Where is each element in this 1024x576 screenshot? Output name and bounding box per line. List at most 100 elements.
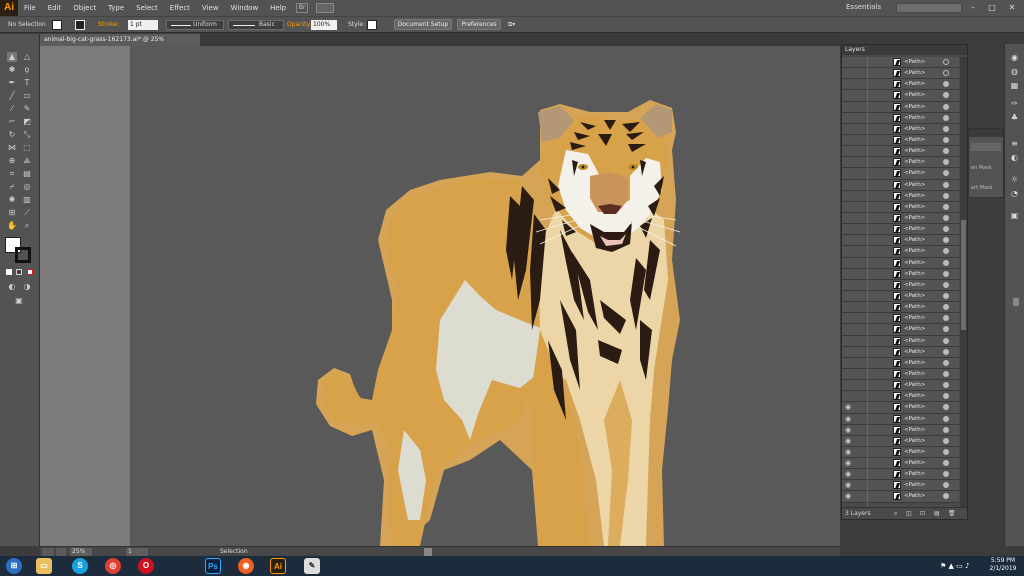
layer-row[interactable]: <Path>	[842, 90, 959, 102]
layer-target-icon[interactable]	[943, 170, 949, 177]
menu-help[interactable]: Help	[264, 0, 292, 16]
transparency-panel-header[interactable]	[969, 129, 1003, 137]
slice-tool-icon[interactable]: ⟋	[22, 208, 32, 218]
appearance-icon[interactable]: ☼	[1009, 174, 1020, 185]
layer-row[interactable]: ◉ <Path>	[842, 413, 959, 425]
layer-row[interactable]: <Path>	[842, 279, 959, 291]
layer-row[interactable]: <Path>	[842, 157, 959, 169]
zoom-tool-icon[interactable]: ⌕	[22, 221, 32, 231]
color-panel-icon[interactable]: ◉	[1009, 52, 1020, 63]
layer-name[interactable]: <Path>	[904, 425, 925, 435]
opera-icon[interactable]: O	[138, 558, 154, 574]
opacity-input[interactable]: 100%	[311, 20, 337, 30]
hand-tool-icon[interactable]: ✋	[7, 221, 17, 231]
layers-list[interactable]: <Path> <Path> <Path> <Path> <Path> <Path> <Pat…	[842, 57, 959, 507]
arrange-icon[interactable]: ⧉▾	[508, 20, 524, 30]
layer-name[interactable]: <Path>	[904, 447, 925, 457]
layer-name[interactable]: <Path>	[904, 202, 925, 212]
line-tool-icon[interactable]: ╱	[7, 91, 17, 101]
layer-target-icon[interactable]	[943, 404, 949, 411]
layer-target-icon[interactable]	[943, 326, 949, 333]
layers-dock-icon[interactable]: ▣	[1009, 210, 1020, 221]
help-search-input[interactable]	[896, 3, 962, 13]
layer-row[interactable]: ◉ <Path>	[842, 435, 959, 447]
layer-name[interactable]: <Path>	[904, 291, 925, 301]
layer-name[interactable]: <Path>	[904, 57, 925, 67]
layer-target-icon[interactable]	[943, 370, 949, 377]
layer-target-icon[interactable]	[943, 248, 949, 255]
gradient-mode-icon[interactable]	[16, 269, 22, 275]
layer-target-icon[interactable]	[943, 426, 949, 433]
layer-row[interactable]: <Path>	[842, 212, 959, 225]
graphic-styles-icon[interactable]: ◔	[1009, 188, 1020, 199]
screen-mode-icon[interactable]: ▣	[14, 296, 24, 306]
stroke-color-box[interactable]	[15, 247, 31, 263]
layer-target-icon[interactable]	[943, 304, 949, 311]
layer-row[interactable]: <Path>	[842, 68, 959, 80]
layer-target-icon[interactable]	[943, 393, 949, 400]
layer-row[interactable]: <Path>	[842, 190, 959, 202]
lasso-tool-icon[interactable]: ϙ	[22, 65, 32, 75]
layer-name[interactable]: <Path>	[904, 224, 925, 234]
layer-row[interactable]: <Path>	[842, 368, 959, 381]
layer-row[interactable]: <Path>	[842, 168, 959, 180]
layer-row[interactable]: <Path>	[842, 134, 959, 147]
layer-name[interactable]: <Path>	[904, 336, 925, 346]
rotate-tool-icon[interactable]: ↻	[7, 130, 17, 140]
free-transform-tool-icon[interactable]: ⬚	[22, 143, 32, 153]
make-clipping-mask-icon[interactable]: ◫	[906, 508, 912, 520]
layer-row[interactable]: <Path>	[842, 257, 959, 269]
color-guide-icon[interactable]: ◍	[1009, 66, 1020, 77]
eyedropper-tool-icon[interactable]: ⌿	[7, 182, 17, 192]
layer-target-icon[interactable]	[943, 482, 949, 489]
stroke-panel-icon[interactable]: ≡	[1009, 138, 1020, 149]
layers-panel-title[interactable]: Layers	[842, 45, 967, 55]
layer-target-icon[interactable]	[943, 103, 949, 110]
layer-row[interactable]: <Path>	[842, 79, 959, 91]
horizontal-scroll-thumb[interactable]	[424, 548, 432, 556]
visibility-eye-icon[interactable]: ◉	[845, 481, 853, 489]
visibility-eye-icon[interactable]: ◉	[845, 470, 853, 478]
perspective-grid-tool-icon[interactable]: ⟁	[22, 156, 32, 166]
layer-row[interactable]: <Path>	[842, 235, 959, 247]
layer-target-icon[interactable]	[943, 359, 949, 366]
layer-target-icon[interactable]	[943, 148, 949, 155]
stroke-label[interactable]: Stroke:	[98, 20, 119, 30]
layer-name[interactable]: <Path>	[904, 436, 925, 446]
selection-tool-icon[interactable]: ▲	[7, 52, 17, 62]
minimize-icon[interactable]: –	[966, 2, 980, 13]
preferences-button[interactable]: Preferences	[457, 19, 501, 30]
layer-row[interactable]: ◉ <Path>	[842, 458, 959, 470]
menu-type[interactable]: Type	[102, 0, 130, 16]
layer-target-icon[interactable]	[943, 415, 949, 422]
artboard-tool-icon[interactable]: ⊞	[7, 208, 17, 218]
visibility-eye-icon[interactable]: ◉	[845, 437, 853, 445]
shape-builder-tool-icon[interactable]: ⊕	[7, 156, 17, 166]
maximize-icon[interactable]: □	[985, 2, 999, 13]
layer-row[interactable]: <Path>	[842, 246, 959, 258]
photoshop-icon[interactable]: Ps	[205, 558, 221, 574]
layer-row[interactable]: <Path>	[842, 123, 959, 135]
layer-row[interactable]: <Path>	[842, 290, 959, 303]
layer-row[interactable]: <Path>	[842, 201, 959, 213]
system-clock[interactable]: 5:59 PM 2/1/2019	[984, 557, 1022, 573]
layer-row[interactable]: <Path>	[842, 112, 959, 124]
layer-name[interactable]: <Path>	[904, 269, 925, 279]
close-icon[interactable]: ✕	[1005, 2, 1019, 13]
layer-row[interactable]: <Path>	[842, 179, 959, 191]
mesh-tool-icon[interactable]: ⌗	[7, 169, 17, 179]
fill-swatch[interactable]	[52, 20, 62, 30]
layer-target-icon[interactable]	[943, 337, 949, 344]
arrange-documents-button[interactable]	[316, 3, 335, 13]
layer-name[interactable]: <Path>	[904, 246, 925, 256]
layer-target-icon[interactable]	[943, 460, 949, 467]
layer-target-icon[interactable]	[943, 81, 949, 88]
layer-target-icon[interactable]	[943, 226, 949, 233]
blend-tool-icon[interactable]: ◎	[22, 182, 32, 192]
layer-target-icon[interactable]	[943, 237, 949, 244]
visibility-eye-icon[interactable]: ◉	[845, 459, 853, 467]
layer-target-icon[interactable]	[943, 114, 949, 121]
gradient-tool-icon[interactable]: ▤	[22, 169, 32, 179]
layer-name[interactable]: <Path>	[904, 358, 925, 368]
stroke-swatch[interactable]	[75, 20, 85, 30]
